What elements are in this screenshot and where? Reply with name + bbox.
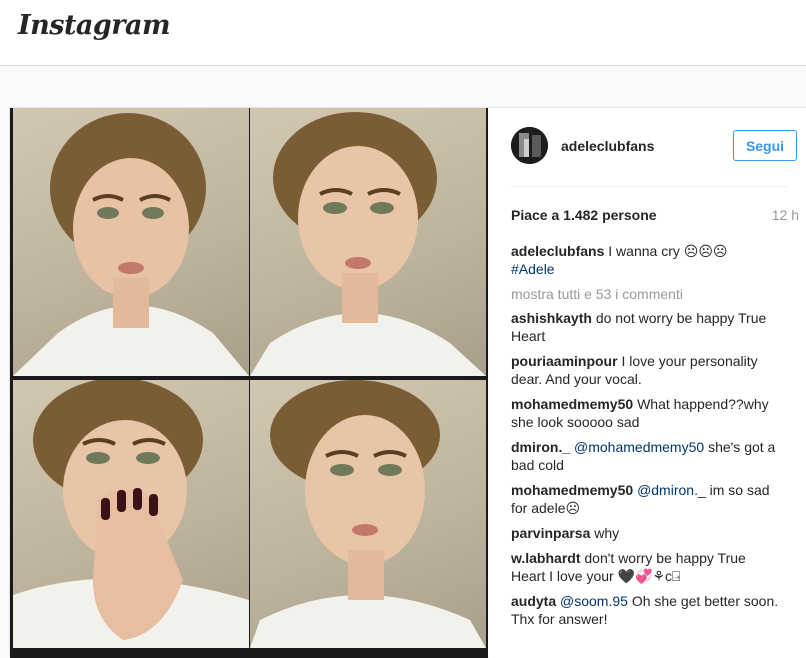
comment-author[interactable]: parvinparsa bbox=[511, 525, 590, 541]
list-item: dmiron._ @mohamedmemy50 she's got a bad … bbox=[511, 438, 781, 474]
header-divider bbox=[511, 186, 787, 187]
likes-count[interactable]: Piace a 1.482 persone bbox=[511, 207, 657, 223]
list-item: w.labhardt don't worry be happy True Hea… bbox=[511, 549, 781, 585]
post-username[interactable]: adeleclubfans bbox=[561, 138, 654, 154]
instagram-logo[interactable]: Instagram bbox=[18, 10, 171, 41]
comment-author[interactable]: pouriaaminpour bbox=[511, 353, 618, 369]
comment-author[interactable]: dmiron._ bbox=[511, 439, 570, 455]
comment-text: why bbox=[594, 525, 620, 541]
photo-tile-top-right bbox=[250, 108, 486, 376]
list-item: pouriaaminpour I love your personality d… bbox=[511, 352, 781, 388]
post-photo[interactable] bbox=[10, 108, 488, 658]
caption-author[interactable]: adeleclubfans bbox=[511, 243, 604, 259]
avatar[interactable] bbox=[511, 127, 548, 164]
list-item: mohamedmemy50 @dmiron._ im so sad for ad… bbox=[511, 481, 781, 517]
photo-tile-bottom-left bbox=[13, 380, 249, 648]
caption: adeleclubfans I wanna cry ☹☹☹ #Adele bbox=[511, 242, 781, 278]
photo-tile-top-left bbox=[13, 108, 249, 376]
list-item: parvinparsa why bbox=[511, 524, 781, 542]
post-details-panel: adeleclubfans Segui Piace a 1.482 person… bbox=[489, 108, 806, 658]
list-item: ashishkayth do not worry be happy True H… bbox=[511, 309, 781, 345]
caption-hashtag[interactable]: #Adele bbox=[511, 261, 555, 277]
post-time[interactable]: 12 h bbox=[772, 207, 799, 223]
top-navigation-bar: Instagram bbox=[0, 0, 806, 66]
comment-author[interactable]: ashishkayth bbox=[511, 310, 592, 326]
comment-author[interactable]: w.labhardt bbox=[511, 550, 581, 566]
follow-button[interactable]: Segui bbox=[733, 130, 797, 161]
post-card: adeleclubfans Segui Piace a 1.482 person… bbox=[9, 107, 806, 658]
comment-author[interactable]: mohamedmemy50 bbox=[511, 482, 633, 498]
list-item: mohamedmemy50 What happend??why she look… bbox=[511, 395, 781, 431]
comment-author[interactable]: audyta bbox=[511, 593, 556, 609]
comments-list: adeleclubfans I wanna cry ☹☹☹ #Adele mos… bbox=[511, 242, 781, 635]
view-all-comments-link[interactable]: mostra tutti e 53 i commenti bbox=[511, 285, 781, 303]
comment-author[interactable]: mohamedmemy50 bbox=[511, 396, 633, 412]
caption-text: I wanna cry ☹☹☹ bbox=[608, 243, 728, 259]
photo-tile-bottom-right bbox=[250, 380, 486, 648]
comment-mention[interactable]: @mohamedmemy50 bbox=[574, 439, 704, 455]
comment-mention[interactable]: @dmiron._ bbox=[637, 482, 706, 498]
comment-mention[interactable]: @soom.95 bbox=[560, 593, 628, 609]
list-item: audyta @soom.95 Oh she get better soon. … bbox=[511, 592, 781, 628]
post-header: adeleclubfans Segui bbox=[489, 108, 806, 186]
